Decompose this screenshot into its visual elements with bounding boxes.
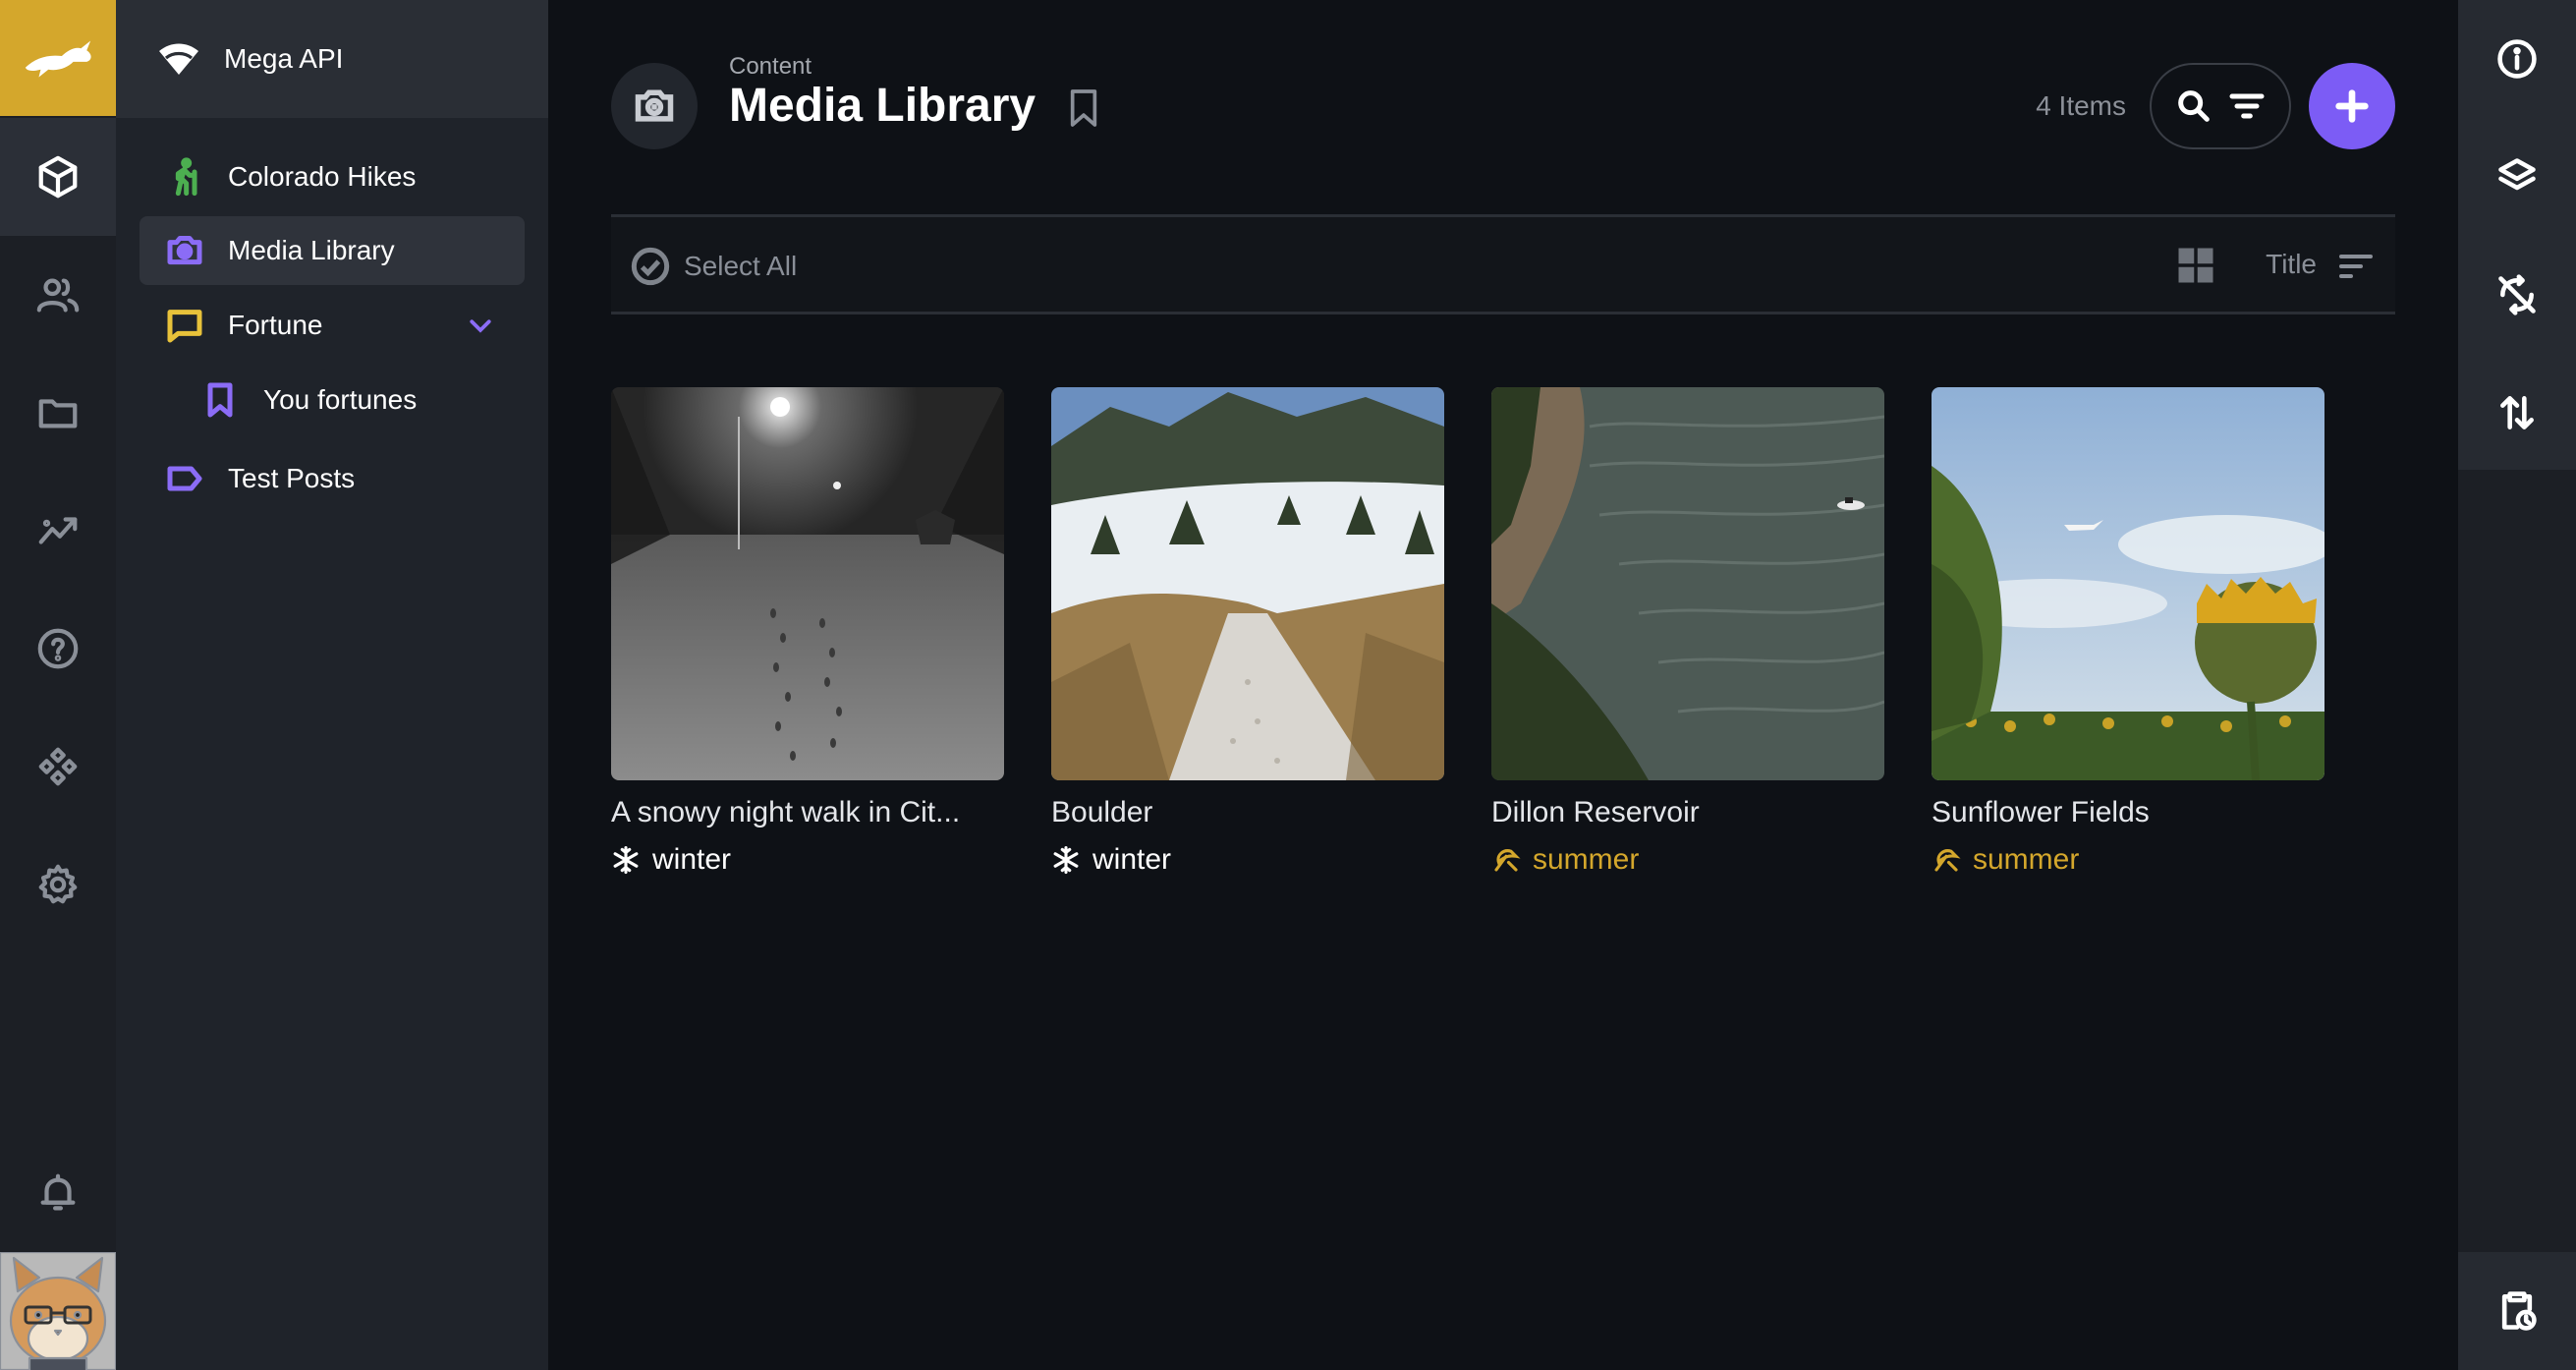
media-thumbnail[interactable] (1932, 387, 2324, 780)
media-card[interactable]: Sunflower Fields summer (1932, 387, 2324, 877)
tag-icon (163, 457, 206, 500)
camera-icon (611, 63, 698, 149)
bookmark-icon (198, 378, 242, 422)
sync-off-icon (2498, 274, 2536, 315)
camera-icon (163, 229, 206, 272)
message-icon (163, 304, 206, 347)
cube-icon (38, 155, 78, 199)
breadcrumb[interactable]: Content (729, 53, 812, 81)
scheduled-button[interactable] (2458, 1252, 2576, 1370)
sync-off-button[interactable] (2458, 236, 2576, 354)
avatar[interactable] (0, 1252, 116, 1370)
nav-content[interactable] (0, 118, 116, 236)
layers-icon (2498, 158, 2536, 191)
tag-label: winter (1092, 843, 1172, 876)
app-root: Mega API Colorado Hikes Media Library Fo… (0, 0, 2576, 1370)
instance-name: Mega API (224, 43, 344, 74)
nav-media[interactable] (0, 354, 116, 472)
media-thumbnail[interactable] (1051, 387, 1444, 780)
sidebar-item-media-library[interactable]: Media Library (140, 216, 525, 285)
nav-settings[interactable] (0, 826, 116, 943)
users-icon (36, 278, 80, 313)
filter-icon[interactable] (2227, 86, 2267, 126)
main-content: Content Media Library 4 Items Select All… (548, 0, 2458, 1370)
media-thumbnail[interactable] (611, 387, 1004, 780)
snowflake-icon (1053, 845, 1079, 875)
tag-summer[interactable]: summer (1932, 843, 2324, 877)
media-caption: Dillon Reservoir (1491, 796, 1700, 828)
content-sidebar: Mega API Colorado Hikes Media Library Fo… (116, 0, 548, 1370)
tag-summer[interactable]: summer (1491, 843, 1884, 877)
hiker-icon (163, 155, 206, 199)
help-icon (37, 628, 79, 669)
sidebar-item-label: You fortunes (263, 384, 418, 415)
search-filter-group (2150, 63, 2291, 149)
item-count: 4 Items (2036, 90, 2126, 121)
check-circle-icon (631, 247, 670, 286)
gear-icon (38, 864, 78, 904)
media-card[interactable]: Boulder winter (1051, 387, 1444, 877)
transfer-button[interactable] (2458, 354, 2576, 472)
sidebar-item-label: Fortune (228, 310, 323, 340)
nav-users[interactable] (0, 236, 116, 354)
rabbit-logo[interactable] (0, 0, 116, 116)
sidebar-item-label: Media Library (228, 235, 395, 265)
integrations-icon (38, 747, 78, 786)
clipboard-clock-icon (2501, 1291, 2537, 1331)
media-caption: A snowy night walk in Cit... (611, 796, 961, 828)
media-caption: Sunflower Fields (1932, 796, 2150, 828)
sidebar-item-fortune[interactable]: Fortune (140, 291, 525, 360)
sidebar-item-label: Colorado Hikes (228, 161, 417, 192)
tag-label: winter (652, 843, 732, 876)
sort-label[interactable]: Title (2266, 249, 2317, 280)
chevron-down-icon[interactable] (466, 311, 495, 340)
sidebar-item-label: Test Posts (228, 463, 356, 493)
grid-view-icon[interactable] (2175, 245, 2216, 286)
select-all-label: Select All (684, 251, 798, 281)
media-thumbnail[interactable] (1491, 387, 1884, 780)
select-all-button[interactable]: Select All (631, 247, 797, 286)
tag-label: summer (1533, 843, 1640, 876)
left-rail (0, 0, 116, 1370)
bookmark-icon[interactable] (1067, 88, 1100, 128)
analytics-icon (38, 517, 78, 544)
media-card[interactable]: A snowy night walk in Cit... winter (611, 387, 1004, 877)
sidebar-item-colorado-hikes[interactable]: Colorado Hikes (140, 143, 525, 211)
instance-switcher[interactable]: Mega API (116, 0, 548, 118)
sidebar-item-you-fortunes[interactable]: You fortunes (140, 366, 525, 434)
info-icon (2497, 39, 2537, 79)
sort-icon[interactable] (2336, 247, 2376, 286)
nav-help[interactable] (0, 590, 116, 708)
umbrella-beach-icon (1934, 849, 1961, 872)
tag-winter[interactable]: winter (1051, 843, 1444, 877)
bell-icon (40, 1173, 76, 1211)
cat-avatar-icon (0, 1252, 116, 1370)
page-title: Media Library (729, 80, 1036, 132)
transfer-arrows-icon (2500, 396, 2534, 429)
media-caption: Boulder (1051, 796, 1153, 828)
folder-icon (38, 399, 78, 428)
sidebar-item-test-posts[interactable]: Test Posts (140, 444, 525, 513)
plus-icon (2335, 89, 2369, 123)
nav-integrations[interactable] (0, 708, 116, 826)
tag-label: summer (1973, 843, 2080, 876)
rabbit-icon (25, 40, 91, 78)
media-card[interactable]: Dillon Reservoir summer (1491, 387, 1884, 877)
tag-winter[interactable]: winter (611, 843, 1004, 877)
layers-button[interactable] (2458, 118, 2576, 236)
nav-analytics[interactable] (0, 472, 116, 590)
wifi-icon (159, 43, 198, 75)
add-item-button[interactable] (2309, 63, 2395, 149)
info-button[interactable] (2458, 0, 2576, 118)
search-icon[interactable] (2174, 86, 2213, 126)
snowflake-icon (613, 845, 639, 875)
nav-notifications[interactable] (0, 1134, 116, 1252)
umbrella-beach-icon (1494, 849, 1521, 872)
right-rail (2458, 0, 2576, 1370)
list-toolbar: Select All Title (611, 214, 2395, 314)
